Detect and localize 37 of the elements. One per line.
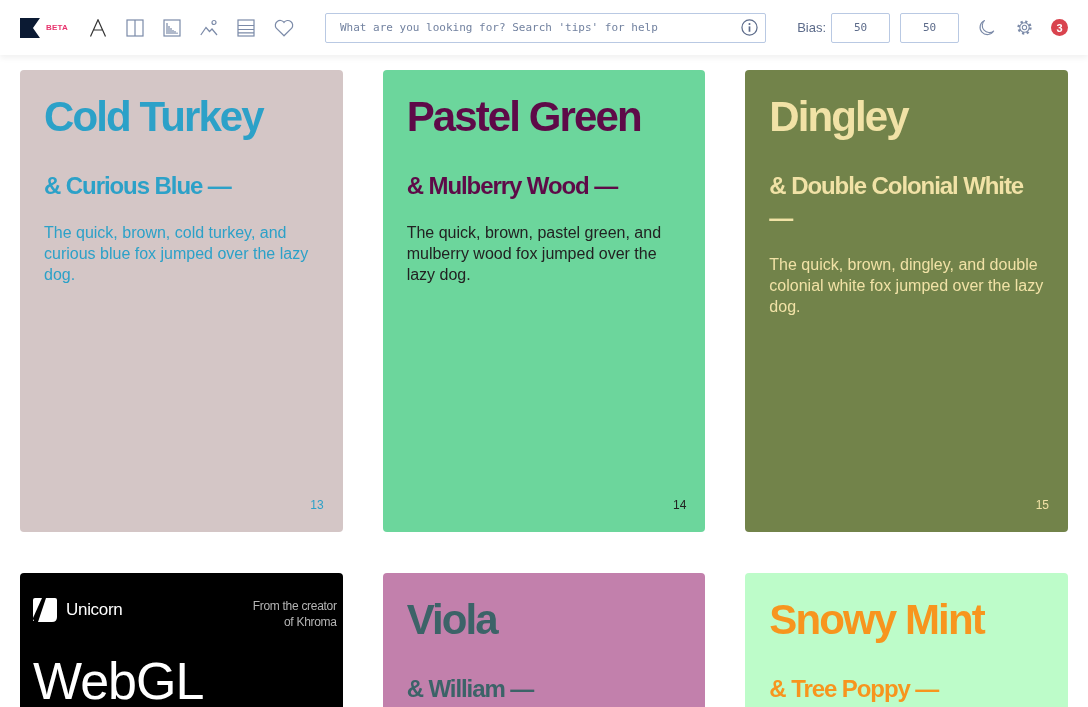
color-pair-subtitle: & Double Colonial White —	[769, 171, 1025, 233]
typography-icon[interactable]	[88, 18, 107, 37]
ad-card[interactable]: Unicorn From the creator of Khroma WebGL	[20, 573, 343, 707]
bias-label: Bias:	[797, 20, 827, 35]
sample-text: The quick, brown, dingley, and double colonial white fox jumped over the lazy dog.	[769, 255, 1045, 317]
beta-label: BETA	[45, 23, 68, 32]
sample-text: The quick, brown, cold turkey, and curious blue fox jumped over the lazy dog.	[44, 223, 310, 285]
heart-icon[interactable]	[273, 18, 294, 37]
settings-icon[interactable]	[1016, 19, 1034, 36]
bias-input[interactable]: 50	[831, 12, 891, 43]
card-number: 13	[310, 498, 324, 512]
ad-tagline: From the creator of Khroma	[251, 598, 337, 630]
card-number: 14	[672, 498, 687, 512]
card-number: 15	[1035, 498, 1049, 512]
color-name-title: Viola	[406, 595, 497, 645]
color-name-title: Dingley	[769, 92, 908, 142]
color-name-title: Pastel Green	[406, 92, 641, 142]
bar-chart-icon[interactable]	[162, 18, 181, 37]
bias-input[interactable]: 50	[900, 12, 960, 43]
sample-text: The quick, brown, pastel green, and mulberry wood fox jumped over the lazy dog.	[406, 223, 663, 285]
logo-icon[interactable]	[20, 17, 40, 38]
logo-icon	[33, 598, 57, 622]
notification-badge[interactable]: 3	[1051, 19, 1068, 36]
brand-name: Unicorn	[66, 600, 123, 620]
color-pair-subtitle: & William —	[406, 674, 534, 704]
search-field[interactable]: What are you looking for? Search 'tips' for help	[324, 12, 767, 43]
color-pair-subtitle: & Curious Blue —	[44, 171, 231, 201]
color-name-title: Cold Turkey	[44, 92, 263, 142]
landscape-icon[interactable]	[199, 18, 218, 37]
color-pair-subtitle: & Mulberry Wood —	[406, 171, 618, 201]
ad-headline: WebGL	[33, 656, 204, 706]
rows-icon[interactable]	[236, 18, 255, 37]
columns-icon[interactable]	[125, 18, 144, 37]
color-pair-subtitle: & Tree Poppy —	[769, 674, 939, 704]
moon-icon[interactable]	[978, 19, 996, 36]
color-name-title: Snowy Mint	[769, 595, 984, 645]
info-icon[interactable]	[741, 18, 759, 36]
